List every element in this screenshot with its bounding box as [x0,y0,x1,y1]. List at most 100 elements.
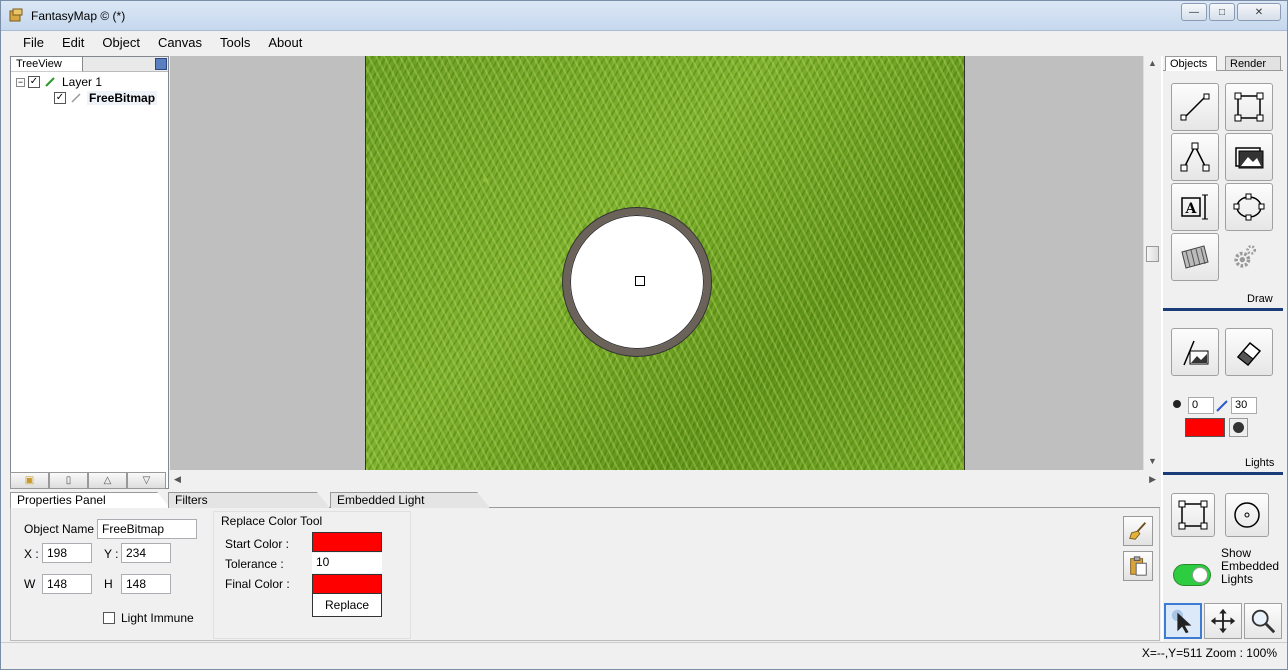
close-button[interactable]: ✕ [1237,3,1281,21]
light-brush-button[interactable] [1171,328,1219,376]
selection-handle[interactable] [635,276,645,286]
tools-panel: Objects Render A Draw 0 30 Lights Show E… [1161,56,1283,641]
pencil-icon [45,77,55,87]
brush-size-input[interactable]: 0 [1188,397,1214,414]
app-icon [9,8,23,22]
clean-button[interactable] [1123,516,1153,546]
move-icon [1210,608,1236,634]
menu-canvas[interactable]: Canvas [149,31,211,54]
rectangle-icon [1234,92,1264,122]
move-down-button[interactable]: ▽ [127,472,166,489]
select-tool-button[interactable] [1164,603,1202,639]
draw-section-divider [1163,308,1283,311]
delete-layer-button[interactable]: ▯ [49,472,88,489]
brush-value-input[interactable]: 30 [1231,397,1257,414]
tab-treeview[interactable]: TreeView [11,57,83,72]
texture-tool-button[interactable] [1171,233,1219,281]
image-icon [1235,147,1264,169]
maximize-button[interactable]: □ [1209,3,1235,21]
menu-bar: File Edit Object Canvas Tools About [1,31,1287,54]
h-input[interactable]: 148 [121,574,171,594]
h-label: H [104,577,113,591]
toggle-knob [1192,567,1208,583]
w-label: W [24,577,36,591]
y-input[interactable]: 234 [121,543,171,563]
polyline-tool-button[interactable] [1171,133,1219,181]
rectangle-tool-button[interactable] [1225,83,1273,131]
light-color-swatch[interactable] [1185,418,1225,437]
minimize-icon: — [1189,6,1199,18]
tab-properties-panel[interactable]: Properties Panel [10,492,170,508]
x-input[interactable]: 198 [42,543,92,563]
scroll-thumb[interactable] [1146,246,1159,262]
line-tool-button[interactable] [1171,83,1219,131]
scroll-down-icon[interactable]: ▼ [1148,456,1157,466]
object-name-label: Object Name [24,522,95,536]
pin-icon[interactable] [155,58,167,70]
tools-tabs: Objects Render [1163,56,1283,71]
image-tool-button[interactable] [1225,133,1273,181]
tree-node-freebitmap[interactable]: ✓ FreeBitmap [54,91,158,105]
status-bar: X=--,Y=511 Zoom : 100% [1,642,1287,664]
circle-filled-icon [1233,422,1244,433]
collapse-icon[interactable]: − [16,77,25,87]
app-window: FantasyMap © (*) — □ ✕ File Edit Object … [0,0,1288,670]
final-color-swatch[interactable] [312,574,382,594]
light-shape-button[interactable] [1229,418,1248,437]
menu-file[interactable]: File [14,31,53,54]
layer-label: Layer 1 [62,75,103,89]
ellipse-tool-button[interactable] [1225,183,1273,231]
zoom-tool-button[interactable] [1244,603,1282,639]
grass-bitmap[interactable] [365,56,965,470]
tree-node-layer[interactable]: − ✓ Layer 1 [16,75,102,89]
tab-filters[interactable]: Filters [168,492,330,508]
trash-icon: ▯ [65,475,72,486]
menu-edit[interactable]: Edit [53,31,93,54]
horizontal-scrollbar[interactable]: ◀ ▶ [170,472,1160,489]
light-circle-button[interactable] [1225,493,1269,537]
tab-render[interactable]: Render [1225,56,1281,71]
brush-icon [1216,400,1228,412]
object-name-input[interactable]: FreeBitmap [97,519,197,539]
move-up-button[interactable]: △ [88,472,127,489]
add-layer-button[interactable]: ▣ [10,472,49,489]
menu-about[interactable]: About [259,31,311,54]
map-canvas[interactable] [170,56,1143,470]
item-visibility-checkbox[interactable]: ✓ [54,92,66,104]
settings-button[interactable] [1229,242,1261,272]
gear-icon [1234,245,1257,268]
layer-visibility-checkbox[interactable]: ✓ [28,76,40,88]
pointer-icon [1171,609,1192,634]
menu-tools[interactable]: Tools [211,31,259,54]
final-color-label: Final Color : [225,577,290,591]
svg-text:A: A [1185,201,1198,217]
text-tool-button[interactable]: A [1171,183,1219,231]
show-embedded-lights-toggle[interactable] [1173,564,1211,586]
scroll-up-icon[interactable]: ▲ [1148,58,1157,68]
properties-panel: Object Name FreeBitmap X : 198 Y : 234 W… [10,508,1160,641]
pan-tool-button[interactable] [1204,603,1242,639]
light-circle-icon [1234,502,1260,528]
title-bar: FantasyMap © (*) — □ ✕ [1,1,1287,31]
arrow-up-icon: △ [103,475,112,486]
line-icon [1180,93,1210,121]
scroll-right-icon[interactable]: ▶ [1149,474,1156,485]
tab-embedded-light[interactable]: Embedded Light [330,492,490,508]
w-input[interactable]: 148 [42,574,92,594]
replace-button[interactable]: Replace [312,593,382,617]
tab-objects[interactable]: Objects [1165,56,1217,71]
scroll-left-icon[interactable]: ◀ [174,474,181,485]
tolerance-input[interactable]: 10 [312,553,382,573]
menu-object[interactable]: Object [93,31,149,54]
start-color-swatch[interactable] [312,532,382,552]
eraser-icon [1236,341,1262,367]
light-immune-checkbox[interactable] [103,612,115,624]
vertical-scrollbar[interactable]: ▲ ▼ [1143,56,1160,470]
eraser-button[interactable] [1225,328,1273,376]
tree-toolbar: ▣ ▯ △ ▽ [10,472,169,490]
paste-button[interactable] [1123,551,1153,581]
broom-icon [1129,522,1147,540]
minimize-button[interactable]: — [1181,3,1207,21]
y-label: Y : [104,547,119,561]
light-rect-button[interactable] [1171,493,1215,537]
